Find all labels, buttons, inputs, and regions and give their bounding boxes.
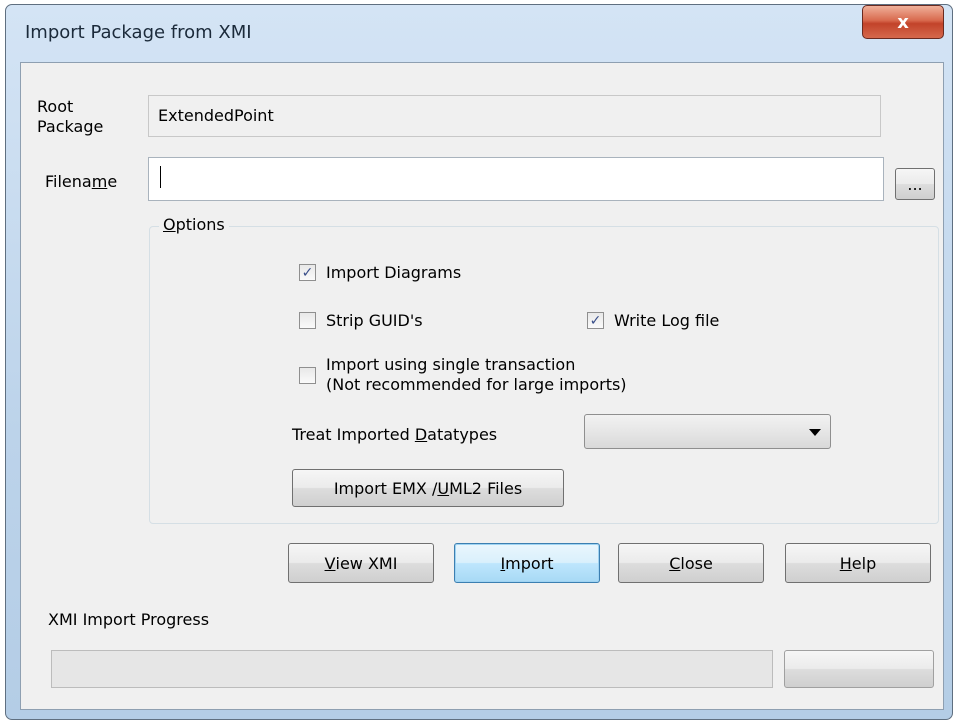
- single-transaction-label-line2: (Not recommended for large imports): [326, 375, 627, 394]
- root-package-label-line1: Root: [37, 97, 74, 116]
- checkmark-icon: ✓: [589, 312, 602, 329]
- root-package-field: ExtendedPoint: [148, 95, 881, 137]
- options-legend: Options: [159, 215, 229, 235]
- strip-guids-checkbox[interactable]: [299, 312, 316, 329]
- progress-label: XMI Import Progress: [48, 610, 210, 629]
- single-transaction-checkbox[interactable]: [299, 367, 316, 384]
- checkmark-icon: ✓: [301, 264, 314, 281]
- import-emx-uml2-button[interactable]: Import EMX / U ML2 Files: [292, 469, 564, 507]
- write-log-label[interactable]: Write Log file: [614, 311, 719, 331]
- window-title: Import Package from XMI: [25, 22, 252, 43]
- root-package-label-line2: Package: [37, 117, 104, 136]
- root-package-label: Root Package: [37, 97, 103, 137]
- import-progress-bar: [51, 650, 773, 688]
- close-icon: x: [897, 11, 909, 33]
- view-xmi-button[interactable]: View XMI: [288, 543, 434, 583]
- single-transaction-label[interactable]: Import using single transaction (Not rec…: [326, 355, 627, 395]
- browse-button[interactable]: ...: [895, 168, 935, 200]
- filename-label: Filename: [45, 172, 118, 191]
- filename-input[interactable]: [148, 157, 884, 201]
- text-caret: [160, 166, 161, 188]
- ellipsis-icon: ...: [907, 174, 923, 194]
- help-button[interactable]: Help: [785, 543, 931, 583]
- import-diagrams-checkbox[interactable]: ✓: [299, 264, 316, 281]
- strip-guids-label[interactable]: Strip GUID's: [326, 311, 423, 331]
- chevron-down-icon: [809, 429, 821, 436]
- single-transaction-label-line1: Import using single transaction: [326, 355, 576, 374]
- root-package-value: ExtendedPoint: [158, 106, 274, 125]
- import-diagrams-label[interactable]: Import Diagrams: [326, 263, 461, 283]
- progress-cancel-button: [784, 650, 934, 688]
- write-log-checkbox[interactable]: ✓: [587, 312, 604, 329]
- close-window-button[interactable]: x: [862, 5, 944, 39]
- close-button[interactable]: Close: [618, 543, 764, 583]
- treat-datatypes-label: Treat Imported Datatypes: [292, 425, 498, 444]
- import-button[interactable]: Import: [454, 543, 600, 583]
- treat-datatypes-dropdown[interactable]: [584, 414, 831, 449]
